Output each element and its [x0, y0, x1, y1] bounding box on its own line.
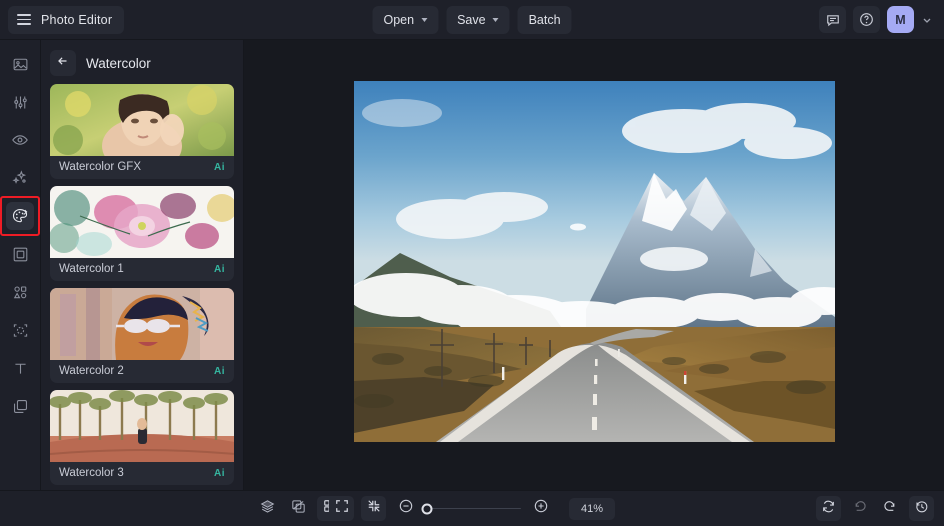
sidebar-item-retouch[interactable]: [6, 126, 34, 154]
reset-button[interactable]: [816, 496, 841, 521]
save-button-label: Save: [457, 12, 486, 27]
sparkles-icon: [11, 169, 29, 187]
sidebar-item-shapes[interactable]: [6, 278, 34, 306]
photo-editor-app: Photo Editor Open Save Batch M Watercolo…: [0, 0, 944, 526]
frame-icon: [12, 246, 29, 263]
list-item[interactable]: Watercolor 3 Ai: [50, 390, 234, 485]
preset-meta: Watercolor 3 Ai: [50, 462, 234, 485]
sidebar-item-frames[interactable]: [6, 240, 34, 268]
compare-button[interactable]: [286, 496, 311, 521]
back-button[interactable]: [50, 50, 76, 76]
text-icon: [12, 360, 29, 377]
list-item[interactable]: Watercolor 2 Ai: [50, 288, 234, 383]
view-mode-tools: [10, 496, 342, 521]
zoom-slider-handle[interactable]: [421, 503, 433, 514]
status-badge: Ai: [214, 467, 225, 479]
sidebar-item-effects[interactable]: [6, 164, 34, 192]
status-badge: Ai: [214, 263, 225, 275]
zoom-slider[interactable]: [421, 502, 521, 516]
app-menu-button[interactable]: Photo Editor: [8, 5, 125, 34]
shapes-icon: [12, 284, 29, 301]
palette-icon: [11, 207, 29, 225]
zoom-level-value[interactable]: 41%: [569, 497, 615, 520]
fullscreen-icon: [335, 499, 349, 518]
help-button[interactable]: [853, 6, 880, 33]
zoom-in-button[interactable]: [528, 496, 553, 521]
bottom-toolbar: 41%: [0, 490, 944, 526]
layers-icon: [260, 499, 275, 519]
canvas-area[interactable]: [244, 40, 944, 490]
sidebar-item-artistic[interactable]: [0, 196, 40, 236]
preset-name: Watercolor GFX: [59, 161, 142, 173]
account-chevron-down-icon[interactable]: [922, 15, 932, 25]
zoom-out-button[interactable]: [393, 496, 418, 521]
file-actions: Open Save Batch: [372, 5, 572, 34]
preset-meta: Watercolor 1 Ai: [50, 258, 234, 281]
batch-button[interactable]: Batch: [517, 5, 572, 34]
sidebar-item-mask[interactable]: [6, 316, 34, 344]
preset-thumbnail: [50, 84, 234, 156]
open-button[interactable]: Open: [372, 5, 439, 34]
mask-icon: [12, 322, 29, 339]
fit-screen-icon: [367, 499, 381, 518]
status-badge: Ai: [214, 161, 225, 173]
preset-thumbnail: [50, 288, 234, 360]
fit-to-screen-button[interactable]: [361, 496, 386, 521]
account-actions: M: [819, 6, 936, 33]
preset-panel: Watercolor Watercolor GFX Ai Watercolor …: [41, 40, 244, 490]
open-button-label: Open: [383, 12, 415, 27]
preset-panel-header: Watercolor: [41, 40, 243, 84]
layers-copy-icon: [12, 398, 29, 415]
app-title: Photo Editor: [41, 12, 113, 27]
fullscreen-button[interactable]: [329, 496, 354, 521]
zoom-controls: 41%: [329, 496, 615, 521]
redo-icon: [883, 499, 898, 519]
comment-icon: [826, 13, 840, 27]
layers-button[interactable]: [255, 496, 280, 521]
image-icon: [12, 56, 29, 73]
preset-panel-title: Watercolor: [86, 55, 151, 71]
avatar[interactable]: M: [887, 6, 914, 33]
preset-thumbnail: [50, 186, 234, 258]
status-badge: Ai: [214, 365, 225, 377]
sidebar-item-image[interactable]: [6, 50, 34, 78]
save-button[interactable]: Save: [446, 5, 510, 34]
zoom-out-icon: [398, 498, 414, 519]
chevron-down-icon: [421, 17, 428, 22]
canvas-image[interactable]: [353, 80, 835, 442]
editor-body: Watercolor Watercolor GFX Ai Watercolor …: [0, 40, 944, 490]
preset-name: Watercolor 2: [59, 365, 124, 377]
compare-icon: [291, 499, 306, 519]
undo-button[interactable]: [847, 496, 872, 521]
feedback-button[interactable]: [819, 6, 846, 33]
reset-icon: [821, 499, 836, 519]
tool-rail: [0, 40, 41, 490]
history-tools: [816, 496, 934, 521]
eye-icon: [11, 131, 29, 149]
sidebar-item-duplicate[interactable]: [6, 392, 34, 420]
chevron-down-icon: [492, 17, 499, 22]
redo-button[interactable]: [878, 496, 903, 521]
list-item[interactable]: Watercolor 1 Ai: [50, 186, 234, 281]
preset-thumbnail: [50, 390, 234, 462]
top-toolbar: Photo Editor Open Save Batch M: [0, 0, 944, 40]
sliders-icon: [12, 94, 29, 111]
undo-icon: [852, 499, 867, 519]
help-circle-icon: [859, 12, 874, 27]
hamburger-icon: [17, 14, 31, 25]
preset-meta: Watercolor 2 Ai: [50, 360, 234, 383]
zoom-in-icon: [533, 498, 549, 519]
preset-name: Watercolor 1: [59, 263, 124, 275]
preset-meta: Watercolor GFX Ai: [50, 156, 234, 179]
batch-button-label: Batch: [528, 12, 561, 27]
sidebar-item-text[interactable]: [6, 354, 34, 382]
arrow-left-icon: [56, 54, 70, 73]
preset-list[interactable]: Watercolor GFX Ai Watercolor 1 Ai Waterc…: [41, 84, 243, 490]
sidebar-item-adjust[interactable]: [6, 88, 34, 116]
list-item[interactable]: Watercolor GFX Ai: [50, 84, 234, 179]
zoom-slider-track: [425, 507, 521, 510]
history-icon: [914, 499, 929, 519]
history-button[interactable]: [909, 496, 934, 521]
preset-name: Watercolor 3: [59, 467, 124, 479]
